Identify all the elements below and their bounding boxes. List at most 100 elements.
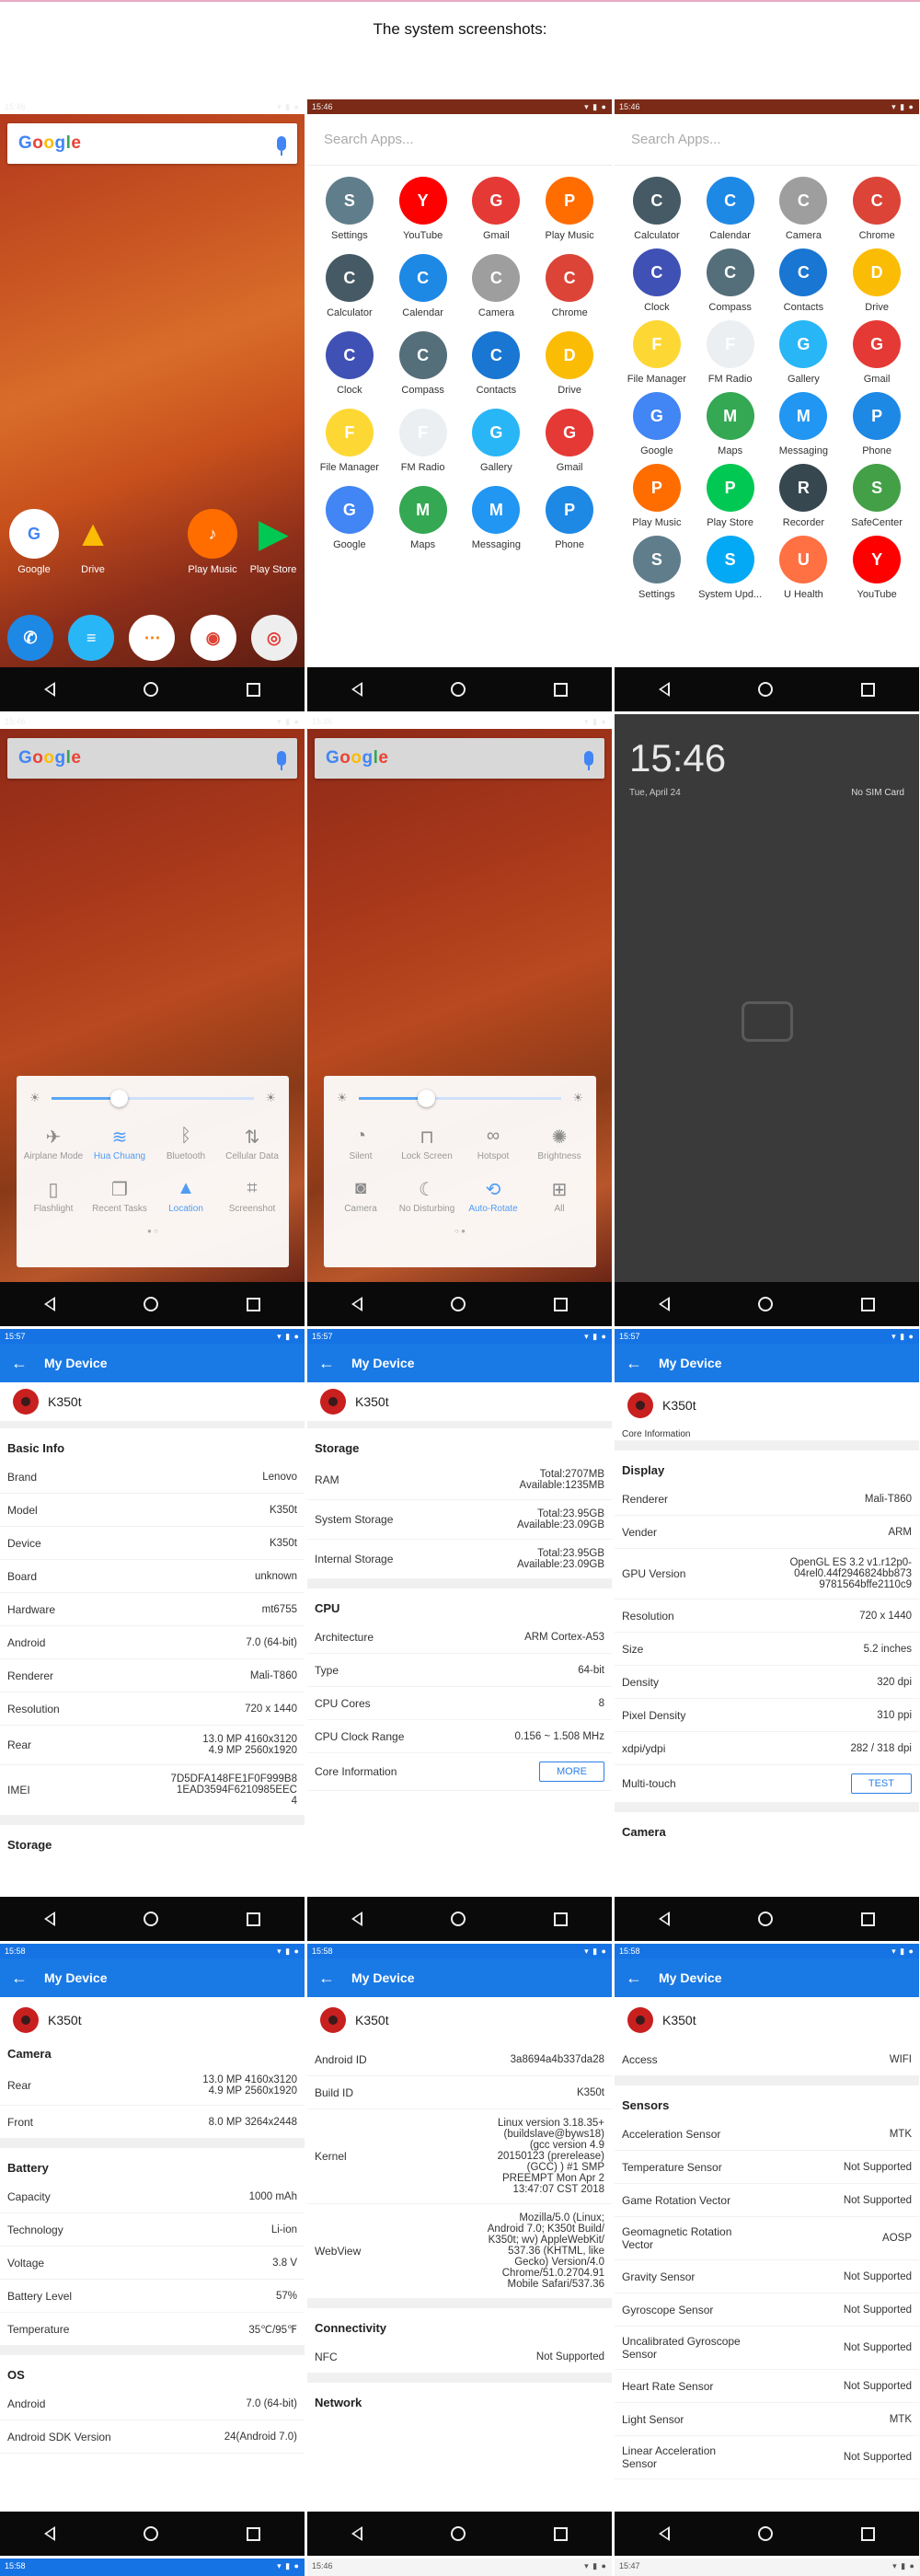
back-icon[interactable] <box>659 682 670 697</box>
tile-brightness[interactable]: ✺ Brightness <box>526 1126 592 1161</box>
tile-location[interactable]: ▲ Location <box>153 1178 219 1214</box>
app-calculator[interactable]: C Calculator <box>620 177 694 241</box>
app-messaging[interactable]: M Messaging <box>767 392 841 456</box>
home-app-google[interactable]: G Google <box>2 509 66 575</box>
app-contacts[interactable]: C Contacts <box>767 248 841 313</box>
app-gallery[interactable]: G Gallery <box>460 409 534 473</box>
tile-hua-chuang[interactable]: ≋ Hua Chuang <box>86 1126 153 1161</box>
back-icon[interactable] <box>351 1297 362 1311</box>
app-settings[interactable]: S Settings <box>620 536 694 600</box>
app-gmail[interactable]: G Gmail <box>533 409 606 473</box>
app-drawer-icon[interactable]: ⋯ <box>129 615 176 661</box>
app-fm-radio[interactable]: F FM Radio <box>694 320 767 385</box>
mic-icon[interactable] <box>584 751 593 770</box>
tile-screenshot[interactable]: ⌗ Screenshot <box>219 1178 285 1214</box>
home-icon[interactable] <box>451 682 466 697</box>
home-icon[interactable] <box>144 2526 158 2541</box>
recents-icon[interactable] <box>247 2526 260 2541</box>
back-icon[interactable] <box>351 1912 362 1926</box>
recents-icon[interactable] <box>554 682 568 697</box>
recents-icon[interactable] <box>247 1297 260 1311</box>
back-arrow-icon[interactable]: ← <box>11 1354 28 1373</box>
back-arrow-icon[interactable]: ← <box>11 1969 28 1988</box>
tile-silent[interactable]: ◔ Silent <box>328 1126 394 1161</box>
phone-icon[interactable]: ✆ <box>7 615 54 661</box>
back-icon[interactable] <box>44 1297 55 1311</box>
app-gallery[interactable]: G Gallery <box>767 320 841 385</box>
recents-icon[interactable] <box>861 2526 875 2541</box>
google-search-bar[interactable]: Google <box>7 738 297 779</box>
app-play-store[interactable]: P Play Store <box>694 464 767 528</box>
app-drive[interactable]: D Drive <box>840 248 914 313</box>
recents-icon[interactable] <box>247 1912 260 1926</box>
back-arrow-icon[interactable]: ← <box>318 1354 335 1373</box>
app-safecenter[interactable]: S SafeCenter <box>840 464 914 528</box>
tile-lock-screen[interactable]: ⊓ Lock Screen <box>394 1126 460 1161</box>
mic-icon[interactable] <box>277 751 286 770</box>
app-drive[interactable]: D Drive <box>533 331 606 396</box>
tile-all[interactable]: ⊞ All <box>526 1178 592 1214</box>
app-youtube[interactable]: Y YouTube <box>840 536 914 600</box>
chrome-icon[interactable]: ◉ <box>190 615 236 661</box>
brightness-slider[interactable] <box>51 1089 255 1107</box>
app-messaging[interactable]: M Messaging <box>460 486 534 550</box>
tile-flashlight[interactable]: ▯ Flashlight <box>20 1178 86 1214</box>
google-search-bar[interactable]: Google <box>315 738 604 779</box>
app-camera[interactable]: C Camera <box>460 254 534 318</box>
home-icon[interactable] <box>758 2526 773 2541</box>
home-icon[interactable] <box>144 682 158 697</box>
app-fm-radio[interactable]: F FM Radio <box>386 409 460 473</box>
recents-icon[interactable] <box>554 1912 568 1926</box>
back-icon[interactable] <box>351 682 362 697</box>
app-gmail[interactable]: G Gmail <box>840 320 914 385</box>
search-apps-input[interactable]: Search Apps... <box>615 114 919 166</box>
app-chrome[interactable]: C Chrome <box>533 254 606 318</box>
app-phone[interactable]: P Phone <box>840 392 914 456</box>
app-file-manager[interactable]: F File Manager <box>620 320 694 385</box>
home-icon[interactable] <box>758 682 773 697</box>
home-icon[interactable] <box>451 1912 466 1926</box>
home-icon[interactable] <box>758 1912 773 1926</box>
home-app-play-music[interactable]: ♪ Play Music <box>180 509 245 575</box>
home-icon[interactable] <box>758 1297 773 1311</box>
back-icon[interactable] <box>44 2526 55 2541</box>
mic-icon[interactable] <box>277 136 286 156</box>
recents-icon[interactable] <box>861 1297 875 1311</box>
tile-recent-tasks[interactable]: ❐ Recent Tasks <box>86 1178 153 1214</box>
recents-icon[interactable] <box>247 682 260 697</box>
brightness-slider[interactable] <box>358 1089 562 1107</box>
app-calculator[interactable]: C Calculator <box>313 254 386 318</box>
app-maps[interactable]: M Maps <box>386 486 460 550</box>
test-button[interactable]: TEST <box>850 1773 912 1794</box>
tile-camera[interactable]: ◙ Camera <box>328 1178 394 1214</box>
messaging-icon[interactable]: ≡ <box>68 615 115 661</box>
tile-bluetooth[interactable]: ᛒ Bluetooth <box>153 1126 219 1161</box>
back-arrow-icon[interactable]: ← <box>318 1969 335 1988</box>
app-recorder[interactable]: R Recorder <box>767 464 841 528</box>
app-google[interactable]: G Google <box>620 392 694 456</box>
more-button[interactable]: MORE <box>539 1762 604 1782</box>
recents-icon[interactable] <box>554 1297 568 1311</box>
tile-cellular-data[interactable]: ⇅ Cellular Data <box>219 1126 285 1161</box>
app-u-health[interactable]: UU Health <box>767 536 841 600</box>
back-icon[interactable] <box>659 1297 670 1311</box>
back-icon[interactable] <box>659 2526 670 2541</box>
app-calendar[interactable]: C Calendar <box>386 254 460 318</box>
home-icon[interactable] <box>451 1297 466 1311</box>
app-chrome[interactable]: C Chrome <box>840 177 914 241</box>
app-google[interactable]: G Google <box>313 486 386 550</box>
tile-auto-rotate[interactable]: ⟲ Auto-Rotate <box>460 1178 526 1214</box>
camera-icon[interactable]: ◎ <box>250 615 297 661</box>
search-apps-input[interactable]: Search Apps... <box>307 114 612 166</box>
app-compass[interactable]: C Compass <box>694 248 767 313</box>
home-app-play-store[interactable]: ▶ Play Store <box>241 509 305 575</box>
tile-no-disturbing[interactable]: ☾ No Disturbing <box>394 1178 460 1214</box>
app-contacts[interactable]: C Contacts <box>460 331 534 396</box>
app-file-manager[interactable]: F File Manager <box>313 409 386 473</box>
tile-airplane-mode[interactable]: ✈ Airplane Mode <box>20 1126 86 1161</box>
app-compass[interactable]: C Compass <box>386 331 460 396</box>
app-settings[interactable]: S Settings <box>313 177 386 241</box>
app-gmail[interactable]: G Gmail <box>460 177 534 241</box>
back-arrow-icon[interactable]: ← <box>626 1969 642 1988</box>
recents-icon[interactable] <box>861 682 875 697</box>
